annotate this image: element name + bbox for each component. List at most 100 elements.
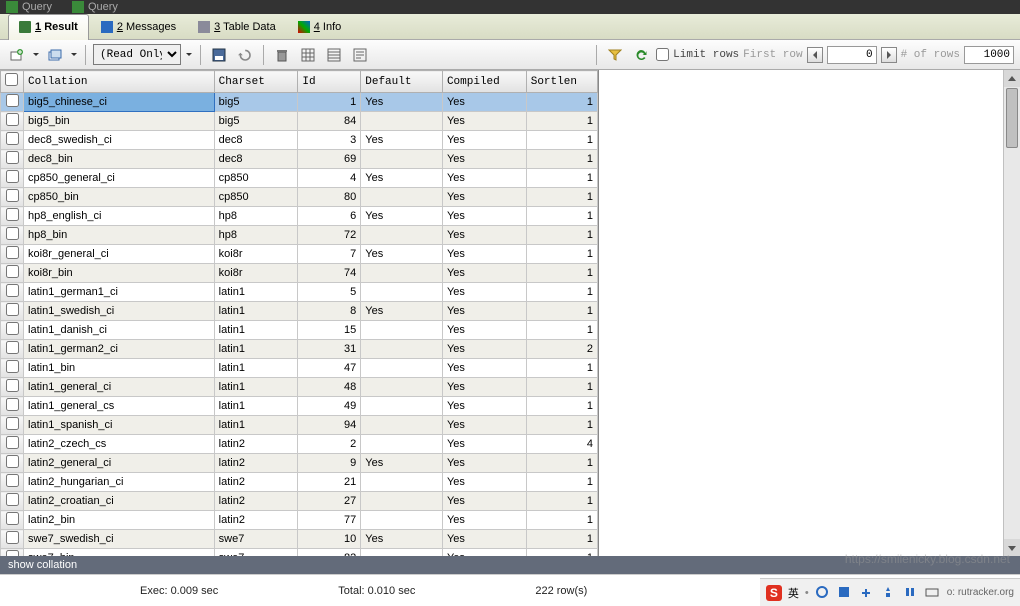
header-charset[interactable]: Charset (214, 71, 298, 93)
data-grid[interactable]: Collation Charset Id Default Compiled So… (0, 70, 598, 556)
cell-sortlen[interactable]: 1 (526, 245, 597, 264)
cell-compiled[interactable]: Yes (442, 245, 526, 264)
tray-icon-4[interactable] (881, 585, 897, 601)
cell-collation[interactable]: dec8_bin (24, 150, 215, 169)
delete-button[interactable] (271, 44, 293, 66)
cell-default[interactable] (361, 359, 443, 378)
cell-collation[interactable]: latin2_general_ci (24, 454, 215, 473)
revert-button[interactable] (234, 44, 256, 66)
row-checkbox-cell[interactable] (1, 169, 24, 188)
cell-collation[interactable]: big5_bin (24, 112, 215, 131)
row-checkbox-cell[interactable] (1, 131, 24, 150)
row-checkbox-cell[interactable] (1, 150, 24, 169)
cell-id[interactable]: 15 (298, 321, 361, 340)
cell-id[interactable]: 80 (298, 188, 361, 207)
row-checkbox-cell[interactable] (1, 302, 24, 321)
cell-id[interactable]: 74 (298, 264, 361, 283)
row-checkbox-cell[interactable] (1, 378, 24, 397)
table-row[interactable]: latin1_swedish_cilatin18YesYes1 (1, 302, 598, 321)
cell-compiled[interactable]: Yes (442, 397, 526, 416)
tab-table-data[interactable]: 3 Table Data (188, 14, 286, 40)
cell-sortlen[interactable]: 2 (526, 340, 597, 359)
header-default[interactable]: Default (361, 71, 443, 93)
cell-id[interactable]: 48 (298, 378, 361, 397)
table-row[interactable]: latin1_binlatin147Yes1 (1, 359, 598, 378)
cell-collation[interactable]: koi8r_bin (24, 264, 215, 283)
cell-default[interactable] (361, 416, 443, 435)
header-collation[interactable]: Collation (24, 71, 215, 93)
table-row[interactable]: latin1_danish_cilatin115Yes1 (1, 321, 598, 340)
cell-compiled[interactable]: Yes (442, 321, 526, 340)
row-checkbox-cell[interactable] (1, 340, 24, 359)
row-checkbox-cell[interactable] (1, 511, 24, 530)
table-row[interactable]: latin2_croatian_cilatin227Yes1 (1, 492, 598, 511)
cell-charset[interactable]: swe7 (214, 530, 298, 549)
cell-compiled[interactable]: Yes (442, 378, 526, 397)
cell-id[interactable]: 49 (298, 397, 361, 416)
cell-default[interactable] (361, 511, 443, 530)
add-row-dropdown[interactable] (32, 44, 40, 66)
cell-default[interactable] (361, 150, 443, 169)
cell-sortlen[interactable]: 1 (526, 321, 597, 340)
cell-charset[interactable]: latin2 (214, 473, 298, 492)
row-checkbox-cell[interactable] (1, 283, 24, 302)
cell-compiled[interactable]: Yes (442, 530, 526, 549)
cell-default[interactable]: Yes (361, 169, 443, 188)
cell-default[interactable] (361, 283, 443, 302)
cell-sortlen[interactable]: 1 (526, 492, 597, 511)
cell-id[interactable]: 7 (298, 245, 361, 264)
row-checkbox-cell[interactable] (1, 492, 24, 511)
cell-compiled[interactable]: Yes (442, 340, 526, 359)
cell-collation[interactable]: latin1_german1_ci (24, 283, 215, 302)
cell-compiled[interactable]: Yes (442, 226, 526, 245)
cell-default[interactable] (361, 397, 443, 416)
cell-collation[interactable]: hp8_english_ci (24, 207, 215, 226)
cell-charset[interactable]: latin2 (214, 454, 298, 473)
cell-compiled[interactable]: Yes (442, 492, 526, 511)
cell-sortlen[interactable]: 4 (526, 435, 597, 454)
row-checkbox-cell[interactable] (1, 245, 24, 264)
cell-charset[interactable]: latin1 (214, 378, 298, 397)
cell-sortlen[interactable]: 1 (526, 207, 597, 226)
text-view-button[interactable] (349, 44, 371, 66)
cell-charset[interactable]: cp850 (214, 188, 298, 207)
cell-charset[interactable]: hp8 (214, 207, 298, 226)
cell-sortlen[interactable]: 1 (526, 264, 597, 283)
row-checkbox-cell[interactable] (1, 549, 24, 557)
table-row[interactable]: latin2_hungarian_cilatin221Yes1 (1, 473, 598, 492)
cell-sortlen[interactable]: 1 (526, 530, 597, 549)
header-compiled[interactable]: Compiled (442, 71, 526, 93)
duplicate-row-button[interactable] (44, 44, 66, 66)
readonly-select[interactable]: (Read Only) (93, 44, 181, 65)
cell-charset[interactable]: koi8r (214, 245, 298, 264)
cell-collation[interactable]: latin1_swedish_ci (24, 302, 215, 321)
row-checkbox-cell[interactable] (1, 321, 24, 340)
tab-result[interactable]: 1 Result (8, 14, 89, 40)
cell-charset[interactable]: cp850 (214, 169, 298, 188)
refresh-button[interactable] (630, 44, 652, 66)
cell-id[interactable]: 10 (298, 530, 361, 549)
cell-charset[interactable]: swe7 (214, 549, 298, 557)
duplicate-row-dropdown[interactable] (70, 44, 78, 66)
tray-lang[interactable]: 英 (788, 585, 799, 601)
filter-button[interactable] (604, 44, 626, 66)
cell-id[interactable]: 21 (298, 473, 361, 492)
cell-charset[interactable]: koi8r (214, 264, 298, 283)
cell-collation[interactable]: latin2_bin (24, 511, 215, 530)
cell-id[interactable]: 47 (298, 359, 361, 378)
table-row[interactable]: koi8r_general_cikoi8r7YesYes1 (1, 245, 598, 264)
cell-charset[interactable]: latin2 (214, 492, 298, 511)
tray-icon-2[interactable] (837, 585, 853, 601)
cell-charset[interactable]: latin1 (214, 302, 298, 321)
cell-compiled[interactable]: Yes (442, 416, 526, 435)
cell-sortlen[interactable]: 1 (526, 359, 597, 378)
cell-default[interactable] (361, 435, 443, 454)
cell-sortlen[interactable]: 1 (526, 112, 597, 131)
grid-view-button[interactable] (297, 44, 319, 66)
cell-charset[interactable]: latin1 (214, 416, 298, 435)
tab-messages[interactable]: 2 Messages (91, 14, 186, 40)
cell-charset[interactable]: big5 (214, 93, 298, 112)
cell-id[interactable]: 9 (298, 454, 361, 473)
cell-id[interactable]: 6 (298, 207, 361, 226)
cell-charset[interactable]: latin1 (214, 397, 298, 416)
